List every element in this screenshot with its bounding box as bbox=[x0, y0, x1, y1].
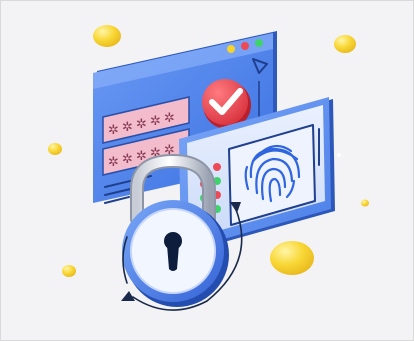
password-dot: ✲ bbox=[108, 123, 119, 138]
sparkle-dot bbox=[337, 153, 341, 157]
password-dot: ✲ bbox=[122, 152, 133, 167]
window-dot-green bbox=[255, 39, 263, 47]
password-dot: ✲ bbox=[164, 111, 175, 126]
coin-left bbox=[48, 143, 62, 155]
window-dot-yellow bbox=[227, 45, 235, 53]
password-dot: ✲ bbox=[136, 117, 147, 132]
window-dot-red bbox=[241, 42, 249, 50]
coin-top-left bbox=[93, 25, 121, 47]
password-dot: ✲ bbox=[108, 155, 119, 170]
coin-top-right bbox=[334, 35, 356, 53]
coin-right bbox=[361, 199, 369, 207]
password-dot: ✲ bbox=[150, 114, 161, 129]
arrow-head-bottom bbox=[121, 291, 135, 301]
coin-bottom-left bbox=[62, 265, 76, 277]
security-illustration: ✲ ✲ ✲ ✲ ✲ ✲ ✲ ✲ ✲ ✲ bbox=[48, 25, 369, 311]
coin-bottom-right bbox=[270, 241, 314, 275]
illustration-frame: ✲ ✲ ✲ ✲ ✲ ✲ ✲ ✲ ✲ ✲ bbox=[0, 0, 414, 341]
password-dot: ✲ bbox=[122, 120, 133, 135]
